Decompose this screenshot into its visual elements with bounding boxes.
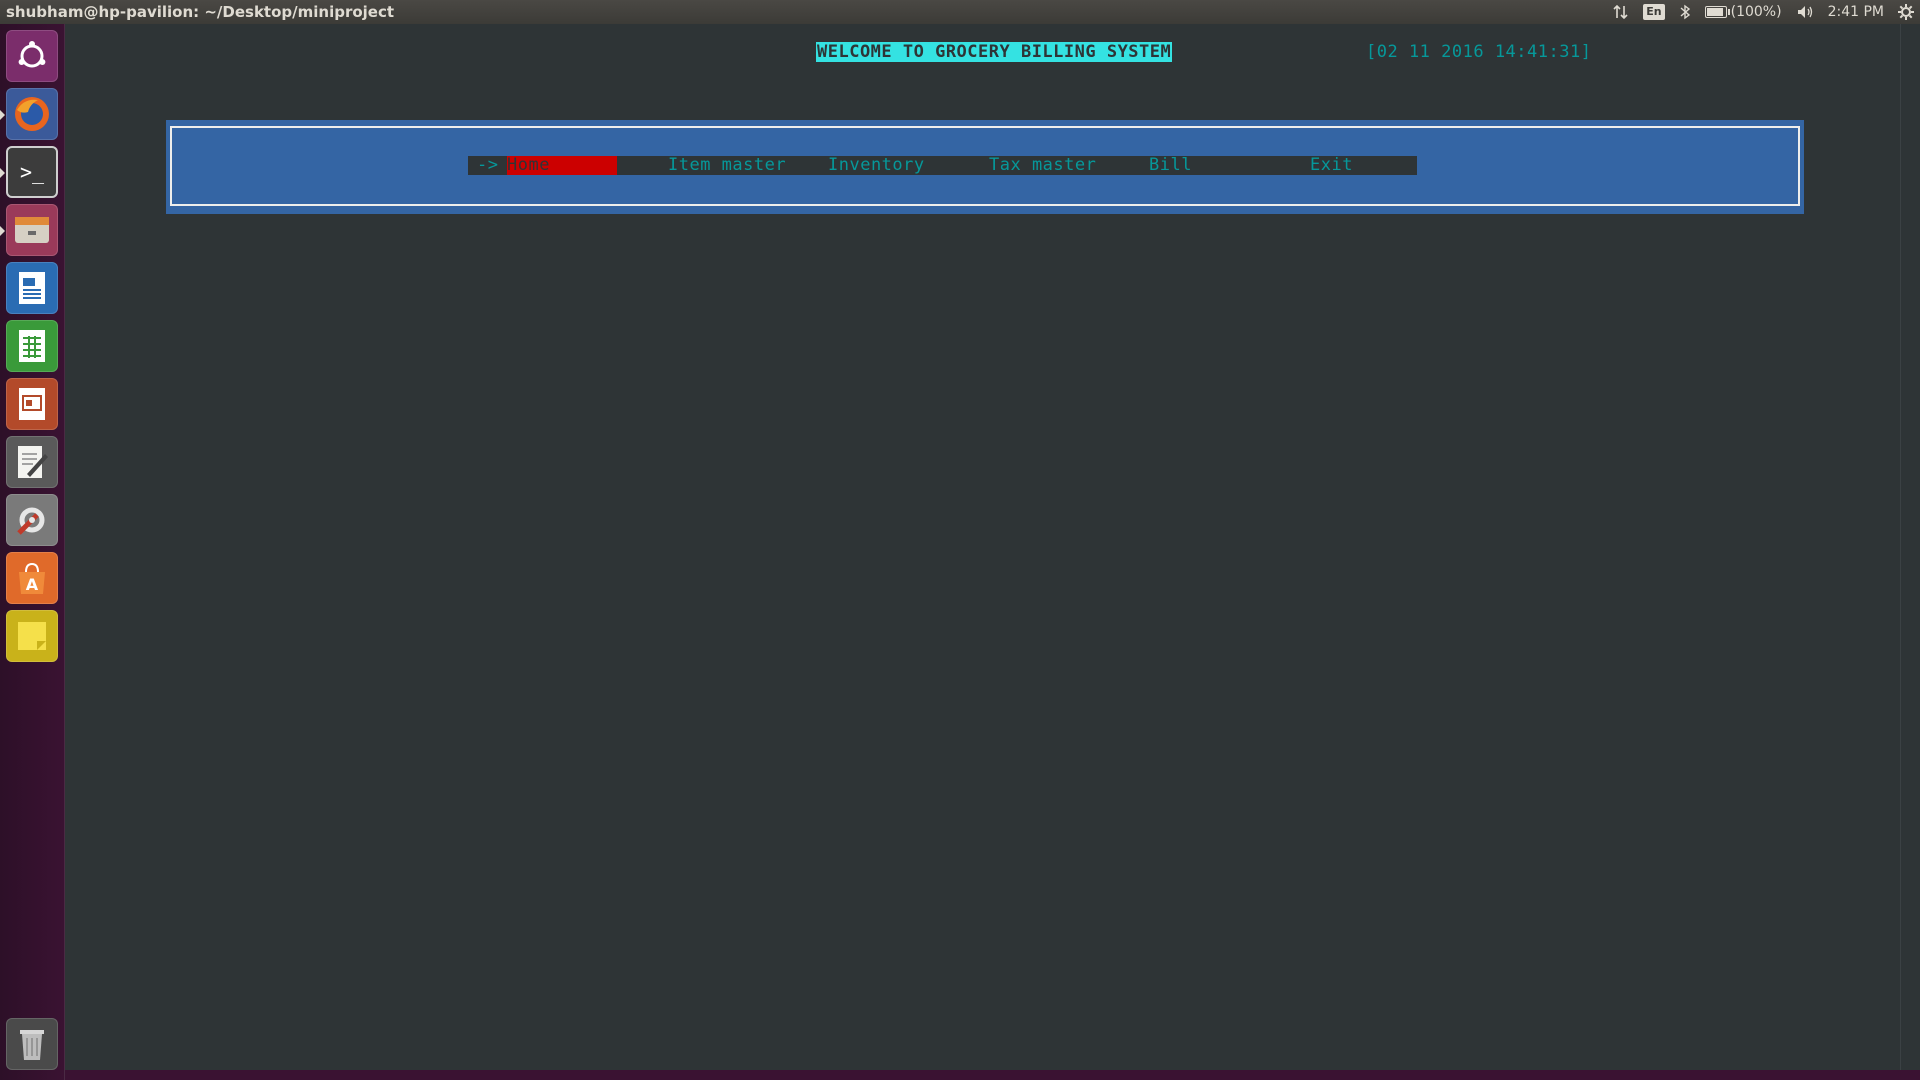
bluetooth-icon[interactable] [1679,4,1691,20]
terminal-window[interactable]: WELCOME TO GROCERY BILLING SYSTEM [02 11… [65,24,1900,1070]
battery-icon [1704,6,1730,18]
menu-item-item-master[interactable]: Item master [668,156,786,175]
menu-item-tax-master[interactable]: Tax master [989,156,1096,175]
datetime-display: [02 11 2016 14:41:31] [1366,42,1592,62]
running-indicator [0,226,5,236]
menu-item-bill[interactable]: Bill [1149,156,1192,175]
gear-icon[interactable] [1898,4,1914,20]
desktop-bottom-strip [65,1070,1920,1080]
volume-icon[interactable] [1796,4,1814,20]
network-updown-icon[interactable] [1613,4,1629,20]
window-right-edge [1900,24,1920,1070]
files-icon[interactable] [6,204,58,256]
clock[interactable]: 2:41 PM [1828,0,1884,24]
launcher: >_ A [0,24,65,1080]
text-editor-icon[interactable] [6,436,58,488]
trash-icon[interactable] [6,1018,58,1070]
main-menu: -> Home Item master Inventory Tax master… [468,156,1417,175]
selection-arrow: -> [477,155,499,175]
menu-item-inventory[interactable]: Inventory [828,156,925,175]
battery-percentage: (100%) [1730,4,1782,20]
libreoffice-writer-icon[interactable] [6,262,58,314]
welcome-banner: WELCOME TO GROCERY BILLING SYSTEM [816,42,1173,62]
system-settings-icon[interactable] [6,494,58,546]
top-panel: shubham@hp-pavilion: ~/Desktop/miniproje… [0,0,1920,24]
indicator-area: En (100%) 2:41 PM [1613,0,1920,24]
running-indicator [0,168,5,178]
window-title: shubham@hp-pavilion: ~/Desktop/miniproje… [6,3,395,21]
sticky-notes-icon[interactable] [6,610,58,662]
firefox-icon[interactable] [6,88,58,140]
svg-text:A: A [26,575,39,594]
menu-item-home[interactable]: Home [507,156,617,175]
battery-indicator[interactable]: (100%) [1704,0,1782,24]
menu-panel: -> Home Item master Inventory Tax master… [166,120,1804,214]
libreoffice-calc-icon[interactable] [6,320,58,372]
keyboard-layout-indicator[interactable]: En [1643,4,1665,20]
terminal-icon[interactable]: >_ [6,146,58,198]
keyboard-layout-label: En [1643,4,1665,20]
libreoffice-impress-icon[interactable] [6,378,58,430]
running-indicator [0,110,5,120]
menu-item-exit[interactable]: Exit [1310,156,1353,175]
ubuntu-dash-icon[interactable] [6,30,58,82]
software-center-icon[interactable]: A [6,552,58,604]
